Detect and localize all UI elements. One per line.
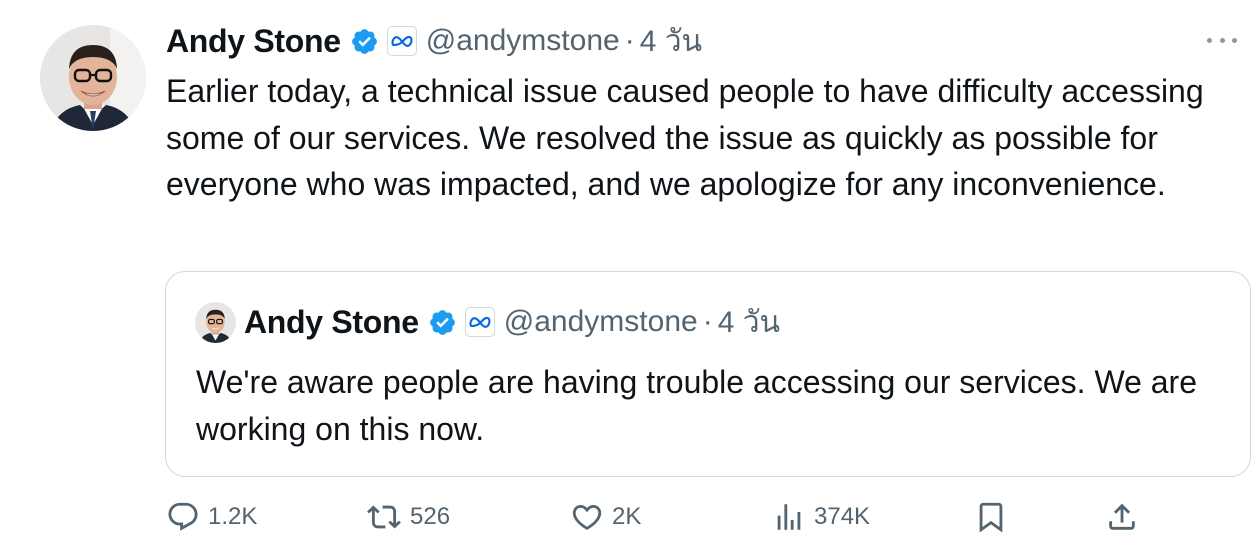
quoted-tweet-header: Andy Stone @andymstone · 4 วัน [244,299,780,345]
repost-button[interactable]: 526 [366,496,450,538]
like-button[interactable]: 2K [570,496,641,538]
verified-badge-icon [428,308,457,337]
author-handle[interactable]: @andymstone [426,24,620,58]
tweet-text: Earlier today, a technical issue caused … [166,73,1204,202]
repost-icon [367,505,401,529]
separator: · [702,305,713,338]
tweet[interactable]: Andy Stone @andymstone · 4 วัน Earlier t… [0,0,1257,553]
author-avatar[interactable] [40,25,146,131]
action-bar: 1.2K 526 2K 374K [0,496,1257,538]
verified-badge-icon[interactable] [350,27,379,56]
like-count: 2K [612,503,642,530]
separator: · [624,24,635,57]
views-button[interactable]: 374K [772,496,870,538]
timestamp[interactable]: 4 วัน [640,18,702,65]
quoted-author-name: Andy Stone [244,303,419,340]
reply-button[interactable]: 1.2K [166,496,257,538]
views-count: 374K [814,503,871,530]
reply-count: 1.2K [208,503,258,530]
ellipsis-dot [1232,37,1237,43]
quoted-tweet-text: We're aware people are having trouble ac… [196,364,1197,447]
quoted-timestamp: 4 วัน [717,305,781,339]
quoted-author-avatar [195,302,236,343]
ellipsis-dot [1207,37,1212,43]
repost-count: 526 [410,503,451,530]
meta-logo-icon [464,307,495,337]
share-button[interactable] [1105,496,1139,538]
share-icon [1109,503,1135,530]
author-name[interactable]: Andy Stone [166,23,341,60]
bookmark-button[interactable] [974,496,1008,538]
bookmark-icon [979,502,1003,533]
ellipsis-icon[interactable] [1207,30,1237,50]
reply-icon [168,502,198,531]
ellipsis-dot [1219,37,1225,43]
tweet-header: Andy Stone @andymstone · 4 วัน [166,18,702,64]
views-icon [777,504,801,530]
heart-icon [572,504,602,530]
meta-logo-icon[interactable] [386,26,417,56]
quoted-author-handle: @andymstone [503,305,698,338]
quoted-tweet[interactable]: Andy Stone @andymstone · 4 วัน We're awa… [165,271,1251,477]
